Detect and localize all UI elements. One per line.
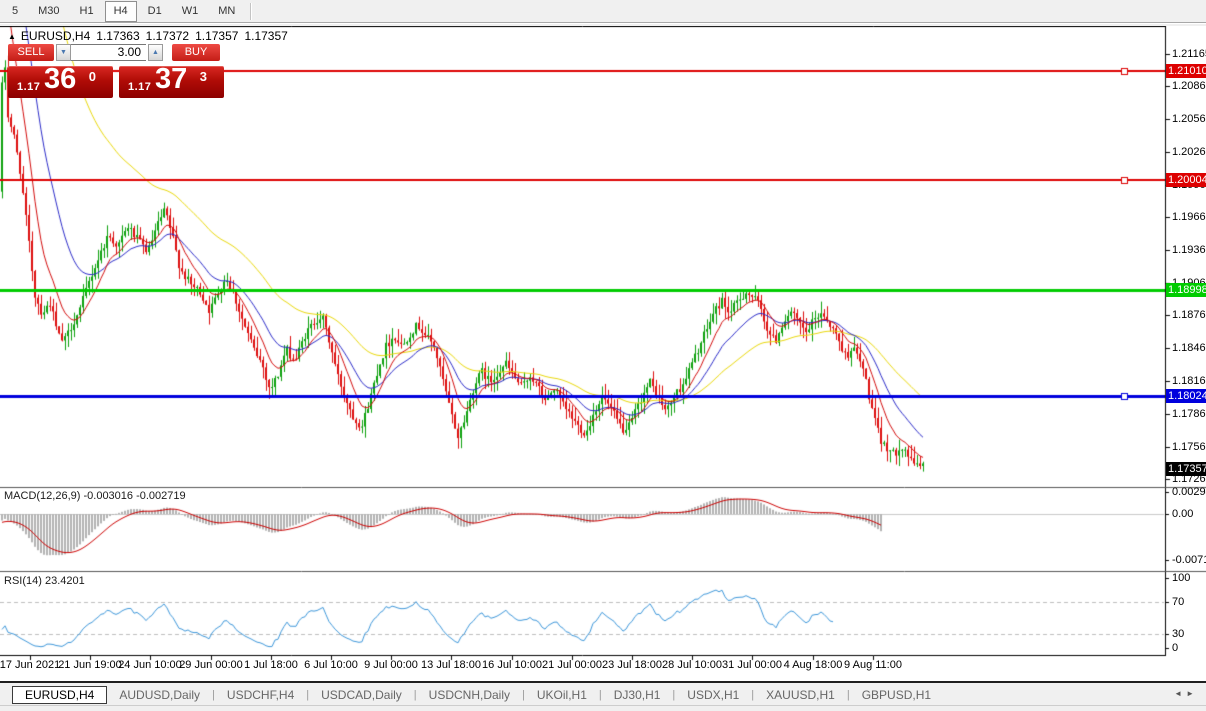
symbol-tab-USDX[interactable]: USDX,H1 [675, 687, 751, 703]
time-axis-label: 1 Jul 18:00 [244, 659, 298, 671]
time-axis-label: 9 Aug 11:00 [844, 659, 902, 671]
timeframe-button-M30[interactable]: M30 [29, 1, 68, 22]
macd-axis-tick: 0.002947 [1172, 486, 1206, 498]
timeframe-button-MN[interactable]: MN [209, 1, 244, 22]
symbol-dropdown-icon[interactable]: ▲ [8, 32, 16, 41]
time-axis-label: 29 Jun 00:00 [179, 659, 243, 671]
volume-decrease-button[interactable]: ▼ [56, 44, 71, 61]
chart-title: ▲ EURUSD,H4 1.17363 1.17372 1.17357 1.17357 [8, 29, 288, 43]
price-axis-tick: 1.20265 [1172, 146, 1206, 158]
time-axis-label: 4 Aug 18:00 [783, 659, 843, 671]
chart-canvas[interactable] [0, 26, 1206, 681]
timeframe-button-5[interactable]: 5 [3, 1, 27, 22]
price-tag: 1.18024 [1166, 389, 1206, 403]
symbol-tab-bar: EURUSD,H4 AUDUSD,Daily | USDCHF,H4 | USDCAD,D… [0, 684, 1206, 705]
buy-button[interactable]: BUY [172, 44, 220, 61]
symbol-tab-USDCNH[interactable]: USDCNH,Daily [417, 687, 522, 703]
rsi-axis-tick: 30 [1172, 628, 1185, 640]
tab-scroll-right-icon: ► [1186, 689, 1198, 698]
time-axis-label: 23 Jul 18:00 [602, 659, 662, 671]
symbol-tab-GBPUSD[interactable]: GBPUSD,H1 [850, 687, 943, 703]
price-axis-tick: 1.18160 [1172, 375, 1206, 387]
tab-scroll-left-icon: ◄ [1174, 689, 1187, 698]
price-tag: 1.17357 [1166, 462, 1206, 476]
symbol-tab-XAUUSD[interactable]: XAUUSD,H1 [754, 687, 847, 703]
rsi-axis-tick: 100 [1172, 572, 1191, 584]
sell-price-display[interactable]: 1.17 36 0 [8, 63, 113, 98]
macd-header: MACD(12,26,9) -0.003016 -0.002719 [4, 490, 186, 502]
price-axis-tick: 1.20565 [1172, 113, 1206, 125]
symbol-tab-AUDUSD[interactable]: AUDUSD,Daily [107, 687, 212, 703]
symbol-tab-DJ30[interactable]: DJ30,H1 [602, 687, 673, 703]
price-axis-tick: 1.18465 [1172, 342, 1206, 354]
timeframe-button-H1[interactable]: H1 [71, 1, 103, 22]
symbol-label: EURUSD,H4 [20, 29, 91, 43]
sell-price-prefix: 1.17 [17, 81, 41, 93]
sell-price-sup: 0 [88, 69, 96, 84]
tab-scroll-icons[interactable]: ◄► [1174, 689, 1198, 698]
time-axis-label: 17 Jun 2021 [0, 659, 61, 671]
time-axis-label: 21 Jul 00:00 [542, 659, 602, 671]
time-axis-label: 24 Jun 10:00 [118, 659, 182, 671]
price-axis-tick: 1.17860 [1172, 408, 1206, 420]
rsi-axis-tick: 0 [1172, 642, 1179, 654]
ohlc-open: 1.17363 [96, 29, 140, 43]
time-axis-label: 21 Jun 19:00 [58, 659, 122, 671]
volume-increase-button[interactable]: ▲ [148, 44, 163, 61]
price-axis-tick: 1.20865 [1172, 80, 1206, 92]
price-axis-tick: 1.21165 [1172, 48, 1206, 60]
price-axis-tick: 1.19365 [1172, 244, 1206, 256]
macd-axis-tick: 0.00 [1172, 508, 1194, 520]
time-axis-label: 28 Jul 10:00 [662, 659, 722, 671]
ohlc-low: 1.17357 [195, 29, 239, 43]
buy-price-big: 37 [155, 63, 188, 95]
time-axis-label: 6 Jul 10:00 [304, 659, 358, 671]
sell-price-big: 36 [44, 63, 77, 95]
symbol-tab-USDCHF[interactable]: USDCHF,H4 [215, 687, 306, 703]
price-axis-tick: 1.17560 [1172, 441, 1206, 453]
time-axis-label: 31 Jul 00:00 [722, 659, 782, 671]
one-click-trading-panel: SELL ▼ 3.00 ▲ BUY 1.17 36 0 1.17 37 3 [8, 44, 226, 98]
mt4-window: 5 M30 H1 H4 D1 W1 MN ▲ EURUSD,H4 1.17363 1.17372 1… [0, 0, 1206, 711]
timeframe-button-D1[interactable]: D1 [139, 1, 171, 22]
sell-button[interactable]: SELL [8, 44, 54, 61]
ohlc-high: 1.17372 [145, 29, 190, 43]
ohlc-close: 1.17357 [244, 29, 288, 43]
price-axis-tick: 1.18765 [1172, 309, 1206, 321]
timeframe-button-H4[interactable]: H4 [104, 0, 137, 22]
toolbar-separator [250, 2, 252, 20]
buy-price-sup: 3 [199, 69, 207, 84]
timeframe-button-W1[interactable]: W1 [173, 1, 208, 22]
buy-price-display[interactable]: 1.17 37 3 [119, 63, 224, 98]
symbol-tab-EURUSD[interactable]: EURUSD,H4 [12, 685, 108, 704]
volume-input[interactable]: 3.00 [71, 44, 146, 61]
time-axis-label: 9 Jul 00:00 [364, 659, 418, 671]
symbol-tab-UKOil[interactable]: UKOil,H1 [525, 687, 599, 703]
price-axis-tick: 1.19665 [1172, 211, 1206, 223]
time-axis-label: 16 Jul 10:00 [482, 659, 542, 671]
price-tag: 1.20004 [1166, 173, 1206, 187]
rsi-axis-tick: 70 [1172, 596, 1185, 608]
buy-price-prefix: 1.17 [128, 81, 152, 93]
time-axis-label: 13 Jul 18:00 [421, 659, 481, 671]
macd-axis-tick: -0.00715 [1172, 554, 1206, 566]
status-bar [0, 705, 1206, 711]
price-tag: 1.18998 [1166, 283, 1206, 297]
timeframe-toolbar: 5 M30 H1 H4 D1 W1 MN [0, 0, 1206, 23]
symbol-tab-USDCAD[interactable]: USDCAD,Daily [309, 687, 414, 703]
price-tag: 1.21010 [1166, 64, 1206, 78]
chart-window: ▲ EURUSD,H4 1.17363 1.17372 1.17357 1.17357 S… [0, 26, 1206, 683]
rsi-header: RSI(14) 23.4201 [4, 575, 85, 587]
